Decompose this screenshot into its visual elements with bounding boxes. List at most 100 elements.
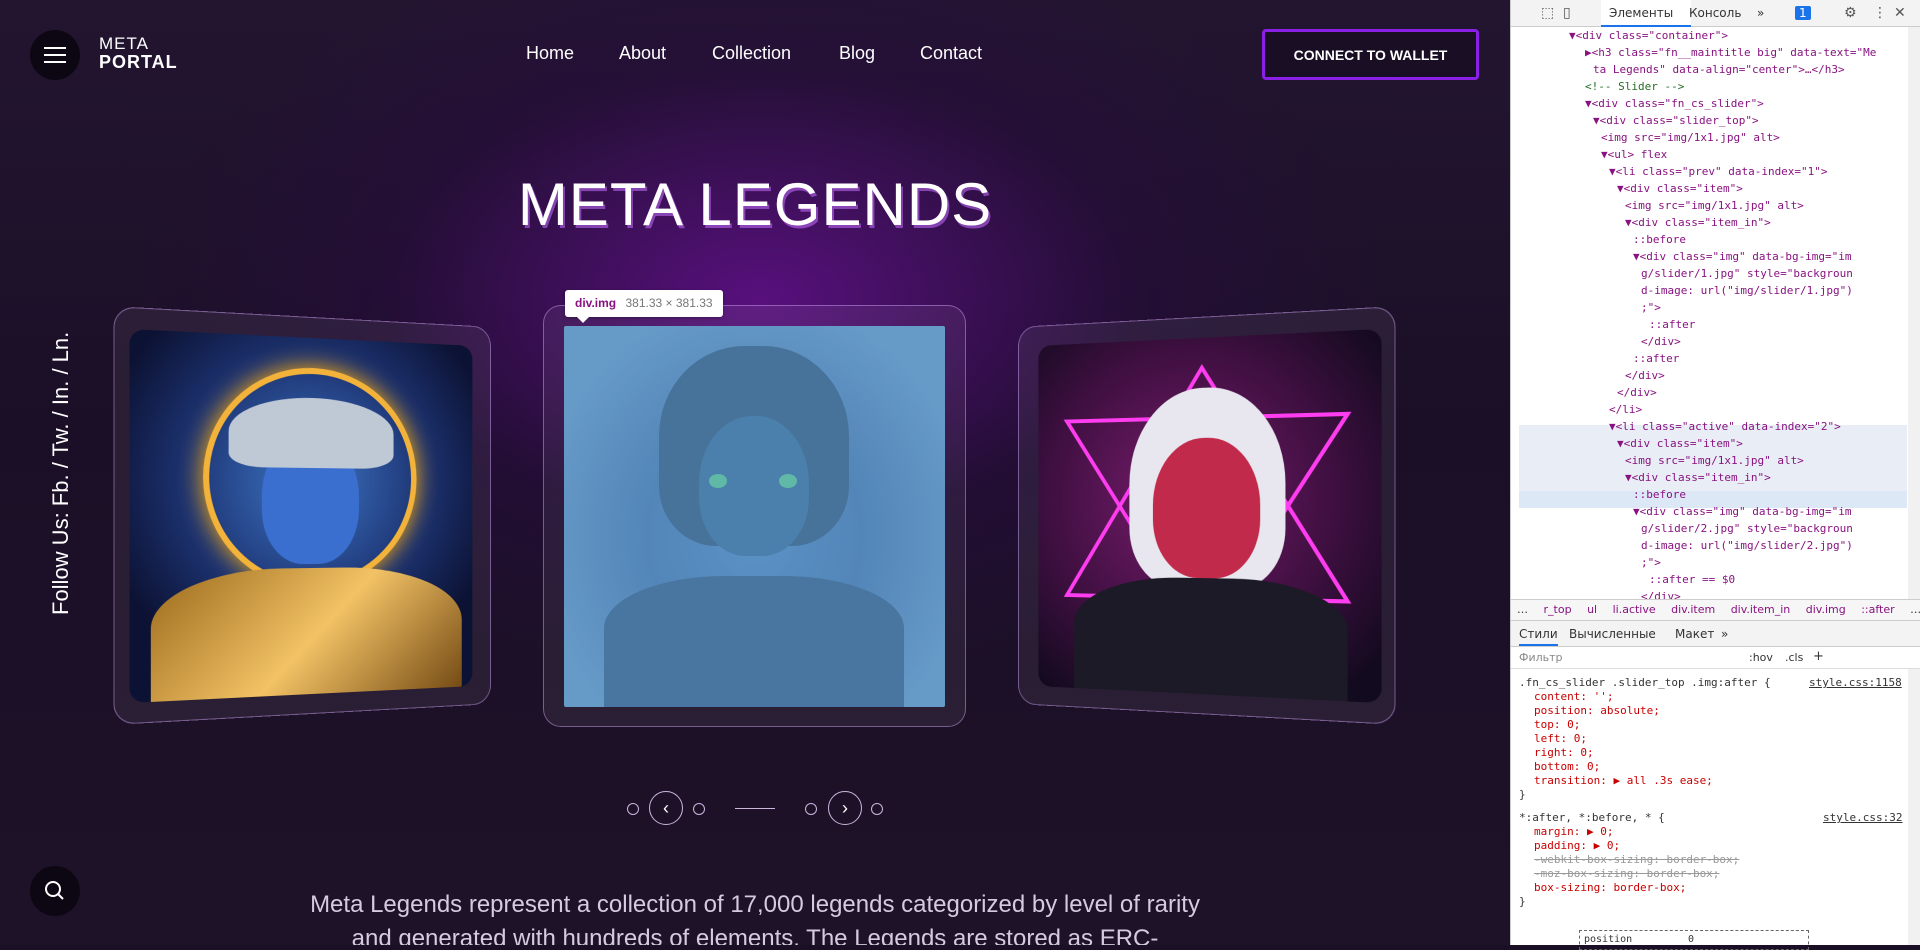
- styles-tabs: Стили Вычисленные Макет »: [1511, 621, 1920, 647]
- nav-home[interactable]: Home: [526, 43, 574, 64]
- dom-node-line[interactable]: ▼<div class="fn_cs_slider">: [1585, 95, 1764, 112]
- add-rule-button[interactable]: +: [1813, 649, 1824, 664]
- breadcrumb-item[interactable]: …: [1517, 603, 1528, 616]
- dom-node-line[interactable]: g/slider/1.jpg" style="backgroun: [1641, 265, 1853, 282]
- pager-dot[interactable]: [627, 803, 639, 815]
- css-property[interactable]: box-sizing: border-box;: [1534, 881, 1686, 895]
- dom-node-line[interactable]: ▶<h3 class="fn__maintitle big" data-text…: [1585, 44, 1876, 61]
- filter-input[interactable]: Фильтр: [1519, 651, 1563, 664]
- dom-node-line[interactable]: ▼<ul> flex: [1601, 146, 1667, 163]
- hov-toggle[interactable]: :hov: [1749, 651, 1773, 664]
- slider-card-prev[interactable]: [113, 306, 491, 725]
- breadcrumb-item[interactable]: ul: [1587, 603, 1597, 616]
- close-icon[interactable]: ✕: [1894, 5, 1906, 21]
- tab-console[interactable]: Консоль: [1689, 6, 1741, 20]
- pager-dot[interactable]: [871, 803, 883, 815]
- dom-node-line[interactable]: ▼<li class="prev" data-index="1">: [1609, 163, 1828, 180]
- issues-badge[interactable]: 1: [1795, 6, 1811, 20]
- dom-node-line[interactable]: ▼<li class="active" data-index="2">: [1609, 418, 1841, 435]
- rule-source-link[interactable]: style.css:1158: [1809, 676, 1902, 690]
- css-property[interactable]: -webkit-box-sizing: border-box;: [1534, 853, 1739, 867]
- dom-node-line[interactable]: ::after: [1633, 350, 1679, 367]
- box-model-position: position 0: [1579, 930, 1809, 950]
- nav-contact[interactable]: Contact: [920, 43, 982, 64]
- device-toolbar-icon[interactable]: ▯: [1563, 5, 1571, 21]
- dom-node-line[interactable]: </div>: [1625, 367, 1665, 384]
- dom-node-line[interactable]: ::before: [1633, 231, 1686, 248]
- tab-elements[interactable]: Элементы: [1609, 6, 1673, 20]
- next-arrow-icon[interactable]: ›: [828, 791, 862, 825]
- nav-blog[interactable]: Blog: [839, 43, 875, 64]
- connect-wallet-button[interactable]: CONNECT TO WALLET: [1262, 29, 1479, 80]
- tooltip-element-name: div.img: [575, 296, 617, 310]
- dom-node-line[interactable]: </li>: [1609, 401, 1642, 418]
- slider-card-next[interactable]: [1018, 306, 1396, 725]
- more-tabs-button[interactable]: »: [1757, 6, 1764, 20]
- dom-node-line[interactable]: g/slider/2.jpg" style="backgroun: [1641, 520, 1853, 537]
- breadcrumb-item[interactable]: …: [1910, 603, 1920, 616]
- dom-node-line[interactable]: ta Legends" data-align="center">…</h3>: [1593, 61, 1845, 78]
- dom-node-line[interactable]: ::before: [1633, 486, 1686, 503]
- css-property[interactable]: bottom: 0;: [1534, 760, 1600, 774]
- dom-node-line[interactable]: </div>: [1617, 384, 1657, 401]
- dom-node-line[interactable]: <img src="img/1x1.jpg" alt>: [1625, 197, 1804, 214]
- tab-computed[interactable]: Вычисленные: [1569, 627, 1656, 641]
- dom-scrollbar[interactable]: [1908, 27, 1920, 599]
- search-button[interactable]: [30, 866, 80, 916]
- dom-node-line[interactable]: <img src="img/1x1.jpg" alt>: [1625, 452, 1804, 469]
- dom-node-line[interactable]: ▼<div class="img" data-bg-img="im: [1633, 503, 1852, 520]
- pager-dot[interactable]: [693, 803, 705, 815]
- styles-filter-bar: Фильтр :hov .cls +: [1511, 647, 1920, 669]
- dom-node-line[interactable]: ::after == $0: [1649, 571, 1735, 588]
- dom-node-line[interactable]: ▼<div class="item">: [1617, 180, 1743, 197]
- settings-gear-icon[interactable]: ⚙: [1844, 5, 1857, 21]
- prev-arrow-icon[interactable]: ‹: [649, 791, 683, 825]
- dom-node-line[interactable]: </div>: [1641, 333, 1681, 350]
- tab-layout[interactable]: Макет: [1675, 627, 1714, 641]
- nav-about[interactable]: About: [619, 43, 666, 64]
- rule-source-link[interactable]: style.css:32: [1823, 811, 1902, 825]
- tab-styles[interactable]: Стили: [1519, 627, 1558, 646]
- breadcrumb-item[interactable]: div.img: [1806, 603, 1846, 616]
- breadcrumb-item[interactable]: div.item_in: [1731, 603, 1791, 616]
- dom-node-line[interactable]: <!-- Slider -->: [1585, 78, 1684, 95]
- css-property[interactable]: content: '';: [1534, 690, 1613, 704]
- css-property[interactable]: padding: ▶ 0;: [1534, 839, 1620, 853]
- dom-node-line[interactable]: ;">: [1641, 554, 1661, 571]
- more-style-tabs[interactable]: »: [1721, 627, 1728, 641]
- nav-collection[interactable]: Collection: [712, 43, 791, 64]
- legend-image-1: [129, 329, 473, 704]
- dom-node-line[interactable]: ▼<div class="item_in">: [1625, 469, 1771, 486]
- follow-us-social[interactable]: Follow Us: Fb. / Tw. / In. / Ln.: [48, 332, 74, 615]
- inspect-element-icon[interactable]: ⬚: [1541, 5, 1554, 21]
- css-property[interactable]: transition: ▶ all .3s ease;: [1534, 774, 1713, 788]
- dom-node-line[interactable]: ▼<div class="slider_top">: [1593, 112, 1759, 129]
- breadcrumb-item[interactable]: r_top: [1544, 603, 1572, 616]
- more-options-icon[interactable]: ⋮: [1873, 5, 1887, 21]
- css-property[interactable]: left: 0;: [1534, 732, 1587, 746]
- css-property[interactable]: position: absolute;: [1534, 704, 1660, 718]
- slider-card-active[interactable]: [543, 305, 966, 727]
- breadcrumb-item[interactable]: li.active: [1613, 603, 1656, 616]
- dom-node-line[interactable]: ;">: [1641, 299, 1661, 316]
- dom-node-line[interactable]: <img src="img/1x1.jpg" alt>: [1601, 129, 1780, 146]
- website-viewport: META PORTAL Home About Collection Blog C…: [0, 0, 1510, 945]
- dom-node-line[interactable]: ▼<div class="container">: [1569, 27, 1728, 44]
- dom-node-line[interactable]: ▼<div class="item_in">: [1625, 214, 1771, 231]
- dom-node-line[interactable]: d-image: url("img/slider/1.jpg"): [1641, 282, 1853, 299]
- pager-dot[interactable]: [805, 803, 817, 815]
- dom-node-line[interactable]: ▼<div class="item">: [1617, 435, 1743, 452]
- dom-node-line[interactable]: ::after: [1649, 316, 1695, 333]
- dom-node-line[interactable]: d-image: url("img/slider/2.jpg"): [1641, 537, 1853, 554]
- css-property[interactable]: top: 0;: [1534, 718, 1580, 732]
- breadcrumb-item[interactable]: ::after: [1861, 603, 1894, 616]
- css-property[interactable]: right: 0;: [1534, 746, 1594, 760]
- dom-node-line[interactable]: ▼<div class="img" data-bg-img="im: [1633, 248, 1852, 265]
- pager-divider: [735, 808, 775, 809]
- styles-scrollbar[interactable]: [1908, 669, 1920, 945]
- css-property[interactable]: margin: ▶ 0;: [1534, 825, 1613, 839]
- cls-toggle[interactable]: .cls: [1785, 651, 1803, 664]
- css-property[interactable]: -moz-box-sizing: border-box;: [1534, 867, 1719, 881]
- breadcrumb-item[interactable]: div.item: [1671, 603, 1715, 616]
- dom-node-line[interactable]: </div>: [1641, 588, 1681, 599]
